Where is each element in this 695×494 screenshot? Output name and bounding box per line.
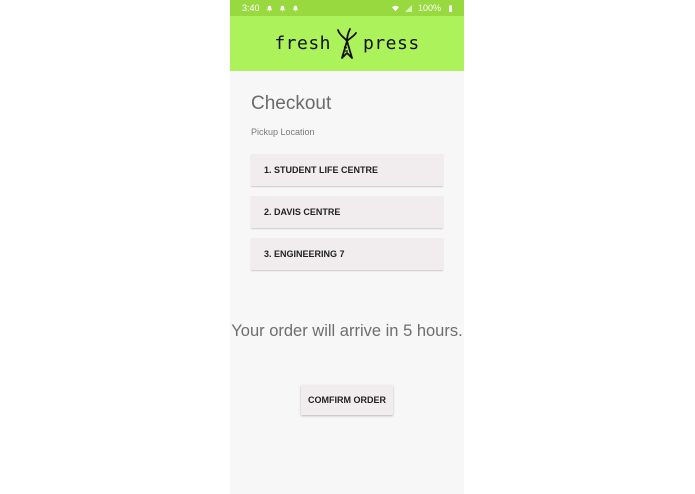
battery-level: 100% bbox=[417, 3, 441, 13]
bell-icon bbox=[279, 5, 286, 12]
pickup-location-label: Pickup Location bbox=[251, 127, 315, 137]
phone-screen: 3:40 100% fresh press Checkout Pickup Lo… bbox=[230, 0, 464, 494]
status-bar: 3:40 100% bbox=[230, 0, 464, 16]
location-option-davis-centre[interactable]: 2. DAVIS CENTRE bbox=[251, 196, 443, 228]
location-option-student-life-centre[interactable]: 1. STUDENT LIFE CENTRE bbox=[251, 154, 443, 186]
app-bar: fresh press bbox=[230, 16, 464, 71]
bell-icon bbox=[266, 5, 273, 12]
bell-icon bbox=[292, 5, 299, 12]
battery-icon bbox=[447, 4, 454, 12]
logo-text-right: press bbox=[363, 33, 420, 54]
location-option-engineering-7[interactable]: 3. ENGINEERING 7 bbox=[251, 238, 443, 270]
page-title: Checkout bbox=[251, 93, 332, 114]
status-time: 3:40 bbox=[242, 3, 260, 13]
signal-icon bbox=[404, 4, 412, 12]
confirm-order-button[interactable]: COMFIRM ORDER bbox=[301, 385, 393, 415]
arrival-message: Your order will arrive in 5 hours. bbox=[231, 322, 463, 340]
wifi-icon bbox=[391, 5, 399, 12]
checkout-content: Checkout Pickup Location 1. STUDENT LIFE… bbox=[230, 71, 464, 270]
carrot-icon bbox=[335, 27, 359, 61]
logo-text-left: fresh bbox=[274, 33, 331, 54]
